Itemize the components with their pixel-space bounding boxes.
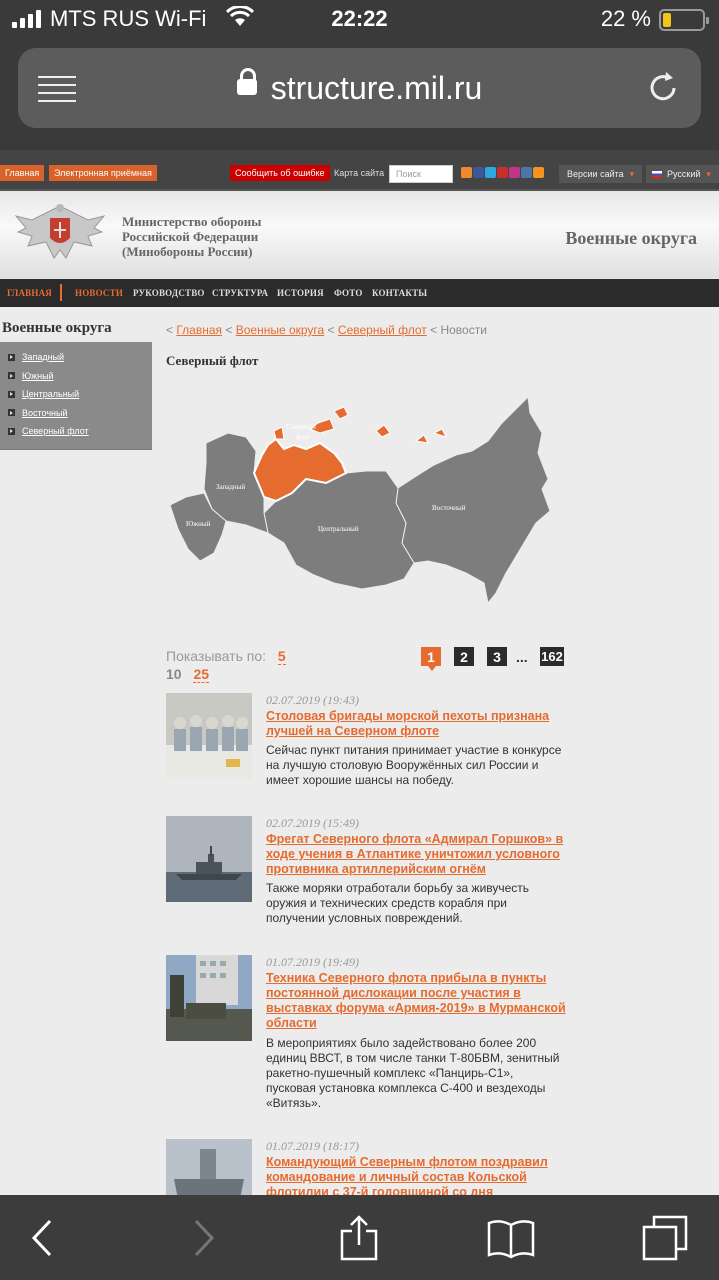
news-thumbnail[interactable] [166, 955, 252, 1041]
nav-item-leadership[interactable]: РУКОВОДСТВО [133, 288, 205, 298]
pager-ellipsis: ... [516, 649, 528, 665]
breadcrumb: < Главная < Военные округа < Северный фл… [166, 323, 487, 337]
twitter-icon[interactable] [485, 167, 496, 178]
map-label-north-fleet-2: флот [296, 433, 310, 441]
bullet-icon [8, 409, 15, 417]
back-icon[interactable] [18, 1213, 68, 1263]
news-thumbnail[interactable] [166, 816, 252, 902]
report-error-button[interactable]: Сообщить об ошибке [230, 165, 330, 181]
reception-link[interactable]: Электронная приёмная [49, 165, 157, 181]
sidebar: Военные округа Западный Южный Центральны… [0, 320, 152, 450]
per-page-25[interactable]: 25 [193, 666, 210, 683]
news-excerpt: В мероприятиях было задействовано более … [266, 1036, 560, 1110]
social-icons [461, 167, 544, 178]
breadcrumb-districts[interactable]: Военные округа [236, 323, 325, 337]
nav-item-news[interactable]: НОВОСТИ [75, 288, 123, 298]
nav-divider [60, 284, 62, 301]
breadcrumb-current: Новости [440, 323, 487, 337]
address-bar[interactable]: structure.mil.ru [18, 48, 701, 128]
site-header: Министерство обороны Российской Федераци… [0, 192, 719, 278]
flag-icon [652, 171, 662, 179]
browser-toolbar [0, 1195, 719, 1280]
main-nav: ГЛАВНАЯ НОВОСТИ РУКОВОДСТВО СТРУКТУРА ИС… [0, 279, 719, 307]
news-date: 02.07.2019 (19:43) [266, 693, 359, 707]
breadcrumb-home[interactable]: Главная [176, 323, 222, 337]
forward-icon[interactable] [178, 1213, 228, 1263]
url-display[interactable]: structure.mil.ru [18, 67, 701, 107]
section-title: Военные округа [565, 228, 697, 248]
bullet-icon [8, 390, 15, 398]
ministry-emblem-icon[interactable] [12, 198, 108, 268]
map-label-east: Восточный [432, 504, 466, 512]
bullet-icon [8, 372, 15, 380]
youtube-icon[interactable] [497, 167, 508, 178]
map-label-west: Западный [216, 483, 245, 491]
nav-item-photo[interactable]: ФОТО [334, 288, 363, 298]
nav-item-home[interactable]: ГЛАВНАЯ [7, 288, 52, 298]
battery-percent: 22 % [600, 6, 651, 31]
page-last[interactable]: 162 [540, 647, 564, 666]
language-dropdown[interactable]: Русский ▾ [646, 165, 719, 183]
page-title: Северный флот [166, 353, 259, 368]
page-3[interactable]: 3 [487, 647, 507, 666]
bullet-icon [8, 427, 15, 435]
sidebar-item-north-fleet[interactable]: Северный флот [0, 422, 152, 441]
sidebar-item-east[interactable]: Восточный [0, 404, 152, 423]
site-versions-dropdown[interactable]: Версии сайта ▾ [559, 165, 643, 183]
map-label-central: Центральный [318, 525, 359, 533]
news-thumbnail[interactable] [166, 693, 252, 779]
sidebar-title: Военные округа [2, 320, 112, 336]
page-1[interactable]: 1 [421, 647, 441, 671]
facebook-icon[interactable] [473, 167, 484, 178]
bookmarks-icon[interactable] [486, 1213, 536, 1263]
rss-icon[interactable] [461, 167, 472, 178]
reload-icon[interactable] [643, 68, 683, 108]
sidebar-menu: Западный Южный Центральный Восточный Сев… [0, 342, 152, 450]
bullet-icon [8, 353, 15, 361]
sitemap-link[interactable]: Карта сайта [334, 168, 384, 178]
per-page-label: Показывать по: [166, 648, 267, 664]
home-link[interactable]: Главная [0, 165, 45, 181]
per-page-selector: Показывать по: 5 10 25 [166, 648, 286, 683]
map-region-east[interactable] [395, 395, 551, 605]
news-headline-link[interactable]: Фрегат Северного флота «Адмирал Горшков»… [266, 832, 566, 877]
news-headline-link[interactable]: Командующий Северным флотом поздравил ко… [266, 1155, 566, 1200]
map-label-north-fleet-1: Северный [286, 423, 316, 431]
tabs-icon[interactable] [640, 1213, 690, 1263]
nav-item-contacts[interactable]: КОНТАКТЫ [372, 288, 427, 298]
districts-map[interactable]: Северный флот Западный Южный Центральный… [166, 393, 566, 608]
news-headline-link[interactable]: Столовая бригады морской пехоты признана… [266, 709, 566, 739]
news-headline-link[interactable]: Техника Северного флота прибыла в пункты… [266, 971, 566, 1031]
news-excerpt: Сейчас пункт питания принимает участие в… [266, 743, 562, 787]
sidebar-item-west[interactable]: Западный [0, 348, 152, 367]
map-label-south: Южный [186, 520, 211, 528]
status-bar: MTS RUS Wi-Fi 22:22 22 % [0, 0, 719, 40]
share-icon[interactable] [334, 1213, 384, 1263]
news-date: 02.07.2019 (15:49) [266, 816, 359, 830]
per-page-5[interactable]: 5 [277, 648, 286, 665]
sidebar-item-central[interactable]: Центральный [0, 385, 152, 404]
per-page-10[interactable]: 10 [166, 666, 182, 682]
vk-icon[interactable] [521, 167, 532, 178]
ok-icon[interactable] [533, 167, 544, 178]
page-2[interactable]: 2 [454, 647, 474, 666]
sidebar-item-south[interactable]: Южный [0, 367, 152, 386]
news-date: 01.07.2019 (18:17) [266, 1139, 359, 1153]
search-input[interactable]: Поиск [389, 165, 453, 183]
instagram-icon[interactable] [509, 167, 520, 178]
news-date: 01.07.2019 (19:49) [266, 955, 359, 969]
lock-icon [236, 67, 257, 95]
ministry-name[interactable]: Министерство обороны Российской Федераци… [122, 214, 261, 259]
news-excerpt: Также моряки отработали борьбу за живуче… [266, 881, 530, 925]
breadcrumb-north-fleet[interactable]: Северный флот [338, 323, 427, 337]
battery-icon [659, 9, 709, 31]
nav-item-structure[interactable]: СТРУКТУРА [212, 288, 268, 298]
nav-item-history[interactable]: ИСТОРИЯ [277, 288, 324, 298]
